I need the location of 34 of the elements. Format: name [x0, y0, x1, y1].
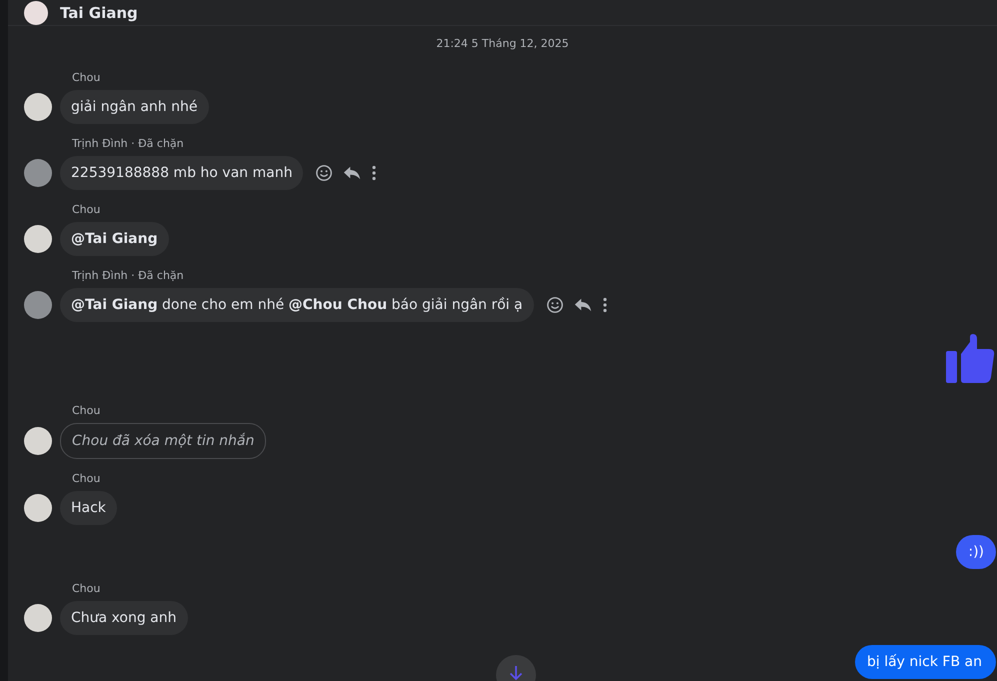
emoji-icon[interactable]: [315, 164, 334, 182]
more-options-icon[interactable]: [602, 297, 608, 313]
reply-icon[interactable]: [343, 164, 362, 182]
thumbs-up-icon: [945, 334, 995, 384]
sent-message-bubble: :)): [956, 535, 996, 569]
sender-name: Chou: [72, 472, 102, 486]
sender-name: Chou: [72, 203, 102, 217]
sender-name: Chou: [72, 404, 102, 418]
avatar[interactable]: [24, 291, 52, 319]
down-arrow-icon: [509, 665, 523, 681]
avatar[interactable]: [24, 93, 52, 121]
sender-name: Trịnh Đình · Đã chặn: [72, 137, 185, 151]
sender-name: Chou: [72, 71, 102, 85]
sender-name: Chou: [72, 582, 102, 596]
more-options-icon[interactable]: [371, 165, 378, 181]
contact-avatar[interactable]: [24, 0, 48, 24]
avatar[interactable]: [24, 427, 52, 455]
emoji-icon[interactable]: [546, 296, 564, 314]
message-bubble: Chưa xong anh: [60, 601, 188, 635]
avatar[interactable]: [24, 604, 52, 632]
avatar[interactable]: [24, 494, 52, 522]
message-bubble: @Tai Giang done cho em nhé @Chou Chou báo giải ngân rồi ạ: [60, 288, 534, 322]
avatar[interactable]: [24, 159, 52, 187]
message-bubble: giải ngân anh nhé: [60, 90, 208, 124]
message-bubble: Hack: [60, 491, 117, 525]
sender-name: Trịnh Đình · Đã chặn: [72, 269, 185, 283]
message-bubble: 22539188888 mb ho van manh: [60, 156, 304, 190]
timestamp: 21:24 5 Tháng 12, 2025: [435, 37, 570, 50]
message-bubble: @Tai Giang: [60, 222, 169, 256]
deleted-message: Chou đã xóa một tin nhắn: [60, 423, 266, 459]
sent-message-bubble: bị lấy nick FB an: [854, 645, 996, 679]
reply-icon[interactable]: [574, 296, 592, 314]
chat-title: Tai Giang: [60, 4, 138, 22]
avatar[interactable]: [24, 225, 52, 253]
